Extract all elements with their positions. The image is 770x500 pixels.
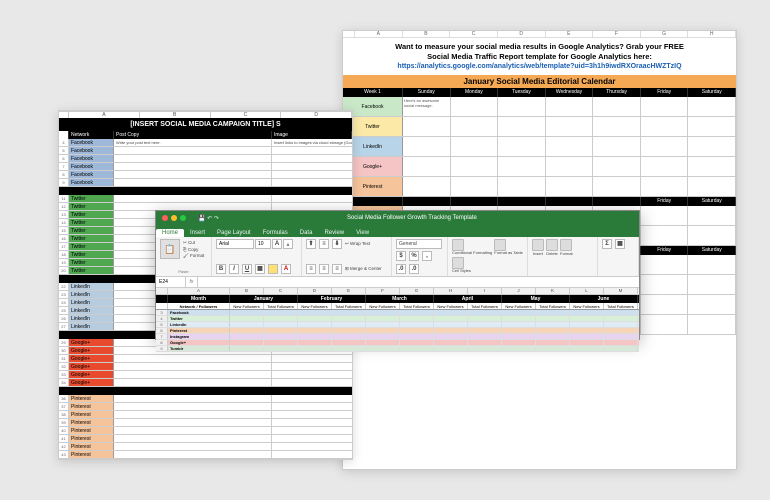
name-box[interactable]: E24 <box>156 277 186 287</box>
table-row[interactable]: 34Google+ <box>59 379 352 387</box>
column-headers[interactable]: ABCDEFGHIJKLM <box>156 288 639 295</box>
table-row[interactable]: 41Pinterest <box>59 435 352 443</box>
table-row[interactable]: 9Facebook <box>59 179 352 187</box>
align-mid-icon[interactable]: ≡ <box>319 239 329 249</box>
table-row[interactable]: 42Pinterest <box>59 443 352 451</box>
clipboard-group: 📋 ✂ Cut ⎘ Copy 🖌 Format Paste <box>156 237 212 276</box>
align-left-icon[interactable]: ≡ <box>306 264 316 274</box>
table-row[interactable]: 36Pinterest <box>59 395 352 403</box>
ribbon-tab-page-layout[interactable]: Page Layout <box>211 229 257 237</box>
align-top-icon[interactable]: ⬆ <box>306 239 316 249</box>
format-painter-button[interactable]: 🖌 Format <box>183 253 204 259</box>
calendar-row[interactable]: Twitter <box>343 117 736 137</box>
table-row[interactable]: 11Twitter <box>59 195 352 203</box>
quick-access-toolbar[interactable]: 💾 ↶ ↷ <box>192 215 225 222</box>
calendar-row[interactable]: FacebookHere's an awesome social message… <box>343 97 736 117</box>
fill-color-icon[interactable] <box>268 264 278 274</box>
titlebar: 💾 ↶ ↷ Social Media Follower Growth Track… <box>156 211 639 225</box>
campaign-title: [INSERT SOCIAL MEDIA CAMPAIGN TITLE] S <box>59 118 352 131</box>
table-row[interactable]: 7Facebook <box>59 163 352 171</box>
week-header: Week 1SundayMondayTuesdayWednesdayThursd… <box>343 88 736 97</box>
ribbon-tabs[interactable]: HomeInsertPage LayoutFormulasDataReviewV… <box>156 225 639 237</box>
currency-icon[interactable]: $ <box>396 251 406 261</box>
format-cells-icon[interactable] <box>560 239 572 251</box>
paste-icon[interactable]: 📋 <box>160 239 180 259</box>
calendar-row[interactable]: Pinterest <box>343 177 736 197</box>
border-icon[interactable]: ▦ <box>255 264 265 274</box>
follower-tracking-window: 💾 ↶ ↷ Social Media Follower Growth Track… <box>155 210 640 340</box>
table-row[interactable]: 4FacebookWrite your post text here.Inser… <box>59 139 352 147</box>
ribbon-tab-data[interactable]: Data <box>294 229 319 237</box>
table-row[interactable]: 33Google+ <box>59 371 352 379</box>
table-row[interactable]: 43Pinterest <box>59 451 352 459</box>
number-group: General $ % , .0 .0 <box>392 237 448 276</box>
merge-center-button[interactable]: ⊞ Merge & Center <box>345 266 382 272</box>
font-group: A A B I U ▦ A <box>212 237 302 276</box>
fill-icon[interactable]: ▦ <box>615 239 625 249</box>
formula-input[interactable] <box>198 277 639 287</box>
align-bottom-icon[interactable]: ⬇ <box>332 239 342 249</box>
table-row[interactable]: 32Google+ <box>59 363 352 371</box>
autosum-icon[interactable]: Σ <box>602 239 612 249</box>
table-row[interactable]: 5Facebook <box>59 147 352 155</box>
alignment-group: ⬆ ≡ ⬇ ↩ Wrap Text ≡ ≡ ≡ ⊞ Merge & Center <box>302 237 392 276</box>
promo-link[interactable]: https://analytics.google.com/analytics/w… <box>355 62 724 71</box>
month-title: January Social Media Editorial Calendar <box>343 75 736 88</box>
promo-text: Want to measure your social media result… <box>343 38 736 75</box>
wrap-text-button[interactable]: ↩ Wrap Text <box>345 241 370 247</box>
fx-icon[interactable]: fx <box>186 277 198 287</box>
subheader-row: Network / FollowersNew FollowersTotal Fo… <box>156 303 639 310</box>
increase-font-icon[interactable]: A <box>272 239 282 249</box>
table-row[interactable]: 39Pinterest <box>59 419 352 427</box>
table-row[interactable]: 8Facebook <box>59 171 352 179</box>
decrease-font-icon[interactable]: A <box>283 239 293 249</box>
campaign-headers: Network Post Copy Image <box>59 131 352 139</box>
cut-button[interactable]: ✂ Cut <box>183 240 204 246</box>
formula-bar[interactable]: E24 fx <box>156 277 639 288</box>
bold-button[interactable]: B <box>216 264 226 274</box>
underline-button[interactable]: U <box>242 264 252 274</box>
calendar-row[interactable]: LinkedIn <box>343 137 736 157</box>
week-header: FridaySaturday <box>343 197 736 206</box>
cells-group: Insert Delete Format <box>528 237 598 276</box>
table-row[interactable]: 40Pinterest <box>59 427 352 435</box>
comma-icon[interactable]: , <box>422 251 432 261</box>
font-name-input[interactable] <box>216 239 254 249</box>
maximize-icon[interactable] <box>180 215 186 221</box>
table-row[interactable]: 38Pinterest <box>59 411 352 419</box>
dec-decimal-icon[interactable]: .0 <box>409 264 419 274</box>
table-row[interactable]: 31Google+ <box>59 355 352 363</box>
ribbon-tab-formulas[interactable]: Formulas <box>257 229 294 237</box>
ribbon-tab-home[interactable]: Home <box>156 229 184 237</box>
calendar-row[interactable]: Google+ <box>343 157 736 177</box>
insert-cells-icon[interactable] <box>532 239 544 251</box>
align-center-icon[interactable]: ≡ <box>319 264 329 274</box>
font-size-input[interactable] <box>255 239 271 249</box>
styles-group: Conditional Formatting Format as Table C… <box>448 237 528 276</box>
number-format-dropdown[interactable]: General <box>396 239 442 249</box>
inc-decimal-icon[interactable]: .0 <box>396 264 406 274</box>
percent-icon[interactable]: % <box>409 251 419 261</box>
table-row[interactable]: 37Pinterest <box>59 403 352 411</box>
table-row[interactable]: 9Tumblr <box>156 346 639 352</box>
window-title: Social Media Follower Growth Tracking Te… <box>225 215 599 221</box>
minimize-icon[interactable] <box>171 215 177 221</box>
font-color-icon[interactable]: A <box>281 264 291 274</box>
italic-button[interactable]: I <box>229 264 239 274</box>
months-row: MonthJanuaryFebruaryMarchAprilMayJune <box>156 295 639 303</box>
table-row[interactable]: 6Facebook <box>59 155 352 163</box>
ribbon-tab-review[interactable]: Review <box>318 229 350 237</box>
column-headers: ABCD <box>59 111 352 118</box>
ribbon[interactable]: 📋 ✂ Cut ⎘ Copy 🖌 Format Paste A A B I U <box>156 237 639 277</box>
column-headers: ABCDEFGH <box>343 31 736 38</box>
align-right-icon[interactable]: ≡ <box>332 264 342 274</box>
copy-button[interactable]: ⎘ Copy <box>183 247 204 252</box>
editing-group: Σ ▦ <box>598 237 639 276</box>
ribbon-tab-insert[interactable]: Insert <box>184 229 211 237</box>
delete-cells-icon[interactable] <box>546 239 558 251</box>
close-icon[interactable] <box>162 215 168 221</box>
ribbon-tab-view[interactable]: View <box>350 229 375 237</box>
